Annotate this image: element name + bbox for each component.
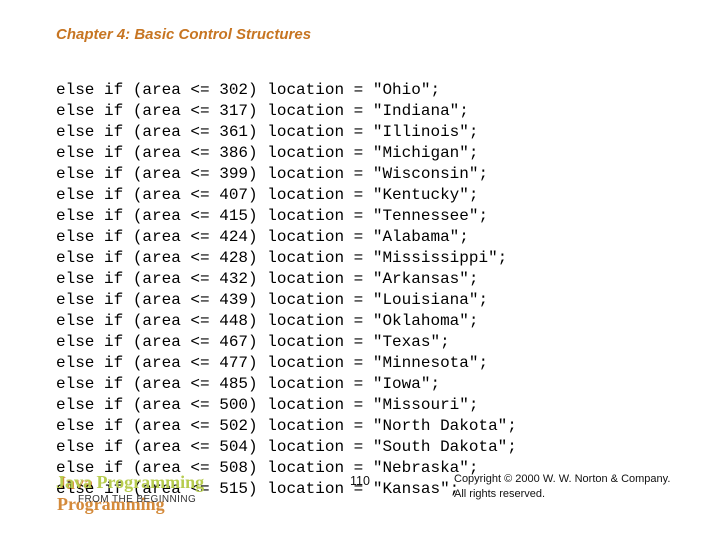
- book-title: Java Programming Java Programming: [56, 472, 204, 493]
- book-title-text: Java Programming: [56, 472, 204, 492]
- code-block: else if (area <= 302) location = "Ohio";…: [56, 80, 517, 500]
- book-subtitle: FROM THE BEGINNING: [78, 494, 196, 505]
- footer: Java Programming Java Programming FROM T…: [56, 472, 696, 518]
- copyright: Copyright © 2000 W. W. Norton & Company.…: [454, 472, 670, 502]
- copyright-line1: Copyright © 2000 W. W. Norton & Company.: [454, 472, 670, 487]
- chapter-title: Chapter 4: Basic Control Structures: [56, 26, 311, 43]
- copyright-line2: All rights reserved.: [454, 487, 670, 502]
- page-number: 110: [350, 474, 370, 488]
